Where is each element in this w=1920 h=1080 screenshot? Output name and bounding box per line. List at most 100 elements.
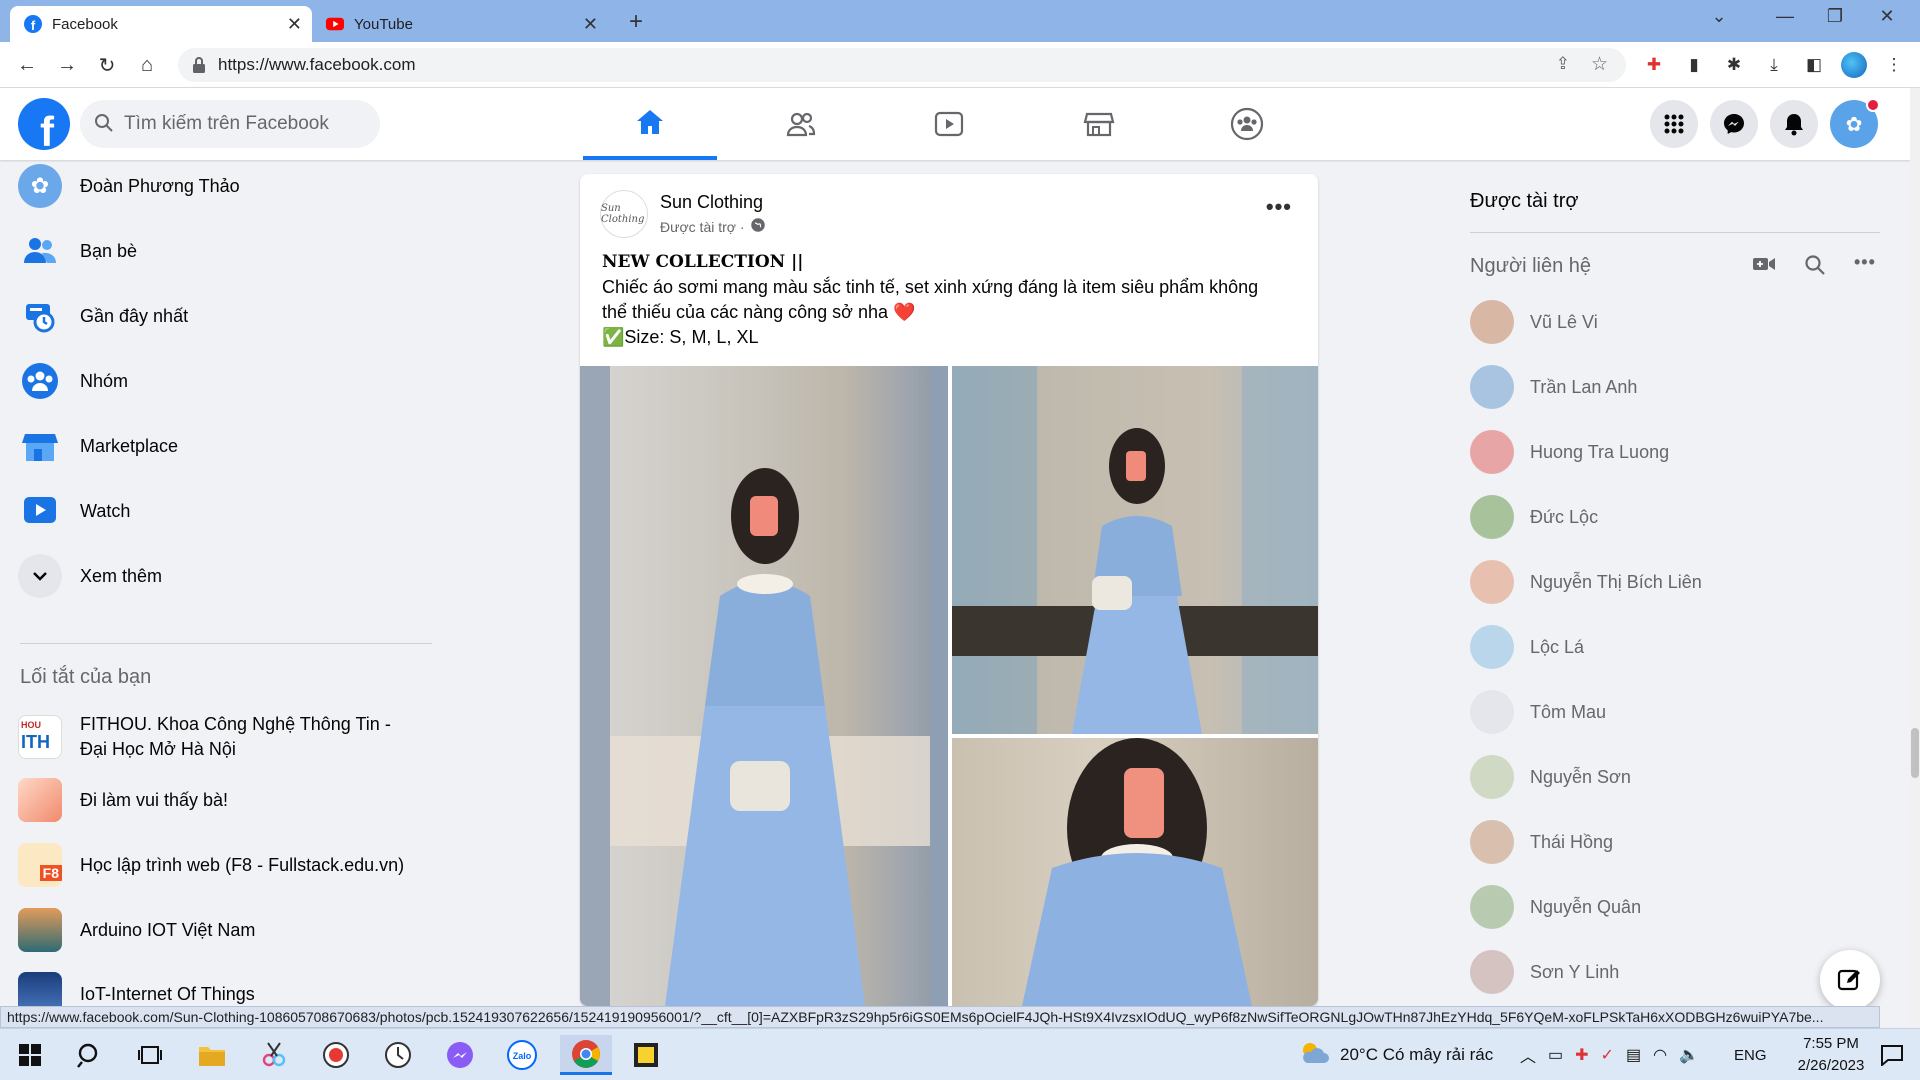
facebook-logo-icon[interactable]: f — [18, 98, 70, 150]
sticky-notes-icon[interactable] — [624, 1035, 668, 1075]
page-scrollbar[interactable] — [1910, 88, 1920, 1028]
contact-item[interactable]: Huong Tra Luong — [1470, 426, 1669, 478]
contact-avatar — [1470, 495, 1514, 539]
new-message-button[interactable] — [1820, 950, 1880, 1010]
download-icon[interactable]: ⤓ — [1760, 51, 1788, 79]
tab-friends[interactable] — [734, 88, 868, 160]
battery-icon[interactable]: ▭ — [1548, 1045, 1563, 1065]
clock-time: 7:55 PM — [1803, 1035, 1859, 1052]
home-icon[interactable]: ⌂ — [132, 50, 162, 80]
restore-icon[interactable]: ❐ — [1820, 6, 1850, 27]
tray-device-icon[interactable]: ▤ — [1626, 1045, 1641, 1065]
tab-home[interactable] — [583, 88, 717, 160]
contact-avatar — [1470, 430, 1514, 474]
sidebar-item-watch[interactable]: Watch — [18, 485, 130, 537]
bookmark-star-icon[interactable]: ☆ — [1591, 53, 1608, 76]
tray-red-plus-icon[interactable]: ✚ — [1575, 1045, 1588, 1065]
contact-item[interactable]: Đức Lộc — [1470, 491, 1598, 543]
contact-item[interactable]: Thái Hồng — [1470, 816, 1613, 868]
contact-item[interactable]: Nguyễn Thị Bích Liên — [1470, 556, 1702, 608]
notifications-bell-icon[interactable] — [1770, 100, 1818, 148]
tab-youtube[interactable]: YouTube ✕ — [312, 6, 608, 42]
extension-battery-icon[interactable]: ▮ — [1680, 51, 1708, 79]
forward-icon[interactable]: → — [52, 50, 82, 80]
contact-item[interactable]: Trần Lan Anh — [1470, 361, 1637, 413]
messenger-icon[interactable] — [1710, 100, 1758, 148]
contact-avatar — [1470, 690, 1514, 734]
contact-avatar — [1470, 755, 1514, 799]
shortcut-arduino[interactable]: Arduino IOT Việt Nam — [18, 908, 255, 952]
scrollbar-thumb[interactable] — [1911, 728, 1919, 778]
close-tab-icon[interactable]: ✕ — [583, 14, 598, 35]
menu-grid-icon[interactable] — [1650, 100, 1698, 148]
contact-item[interactable]: Nguyễn Sơn — [1470, 751, 1631, 803]
sidebar-item-profile[interactable]: ✿ Đoàn Phương Thảo — [18, 160, 240, 212]
windows-start-icon[interactable] — [8, 1035, 52, 1075]
tab-watch[interactable] — [882, 88, 1016, 160]
shortcut-di-lam-vui[interactable]: Đi làm vui thấy bà! — [18, 778, 228, 822]
clock-app-icon[interactable] — [376, 1035, 420, 1075]
post-author[interactable]: Sun Clothing — [660, 192, 763, 213]
extensions-puzzle-icon[interactable]: ✱ — [1720, 51, 1748, 79]
contact-name: Sơn Y Linh — [1530, 961, 1620, 982]
post-text-line: NEW COLLECTION || — [602, 252, 804, 272]
sidebar-item-recent[interactable]: Gần đây nhất — [18, 290, 188, 342]
tray-v-icon[interactable]: ✓ — [1601, 1045, 1614, 1065]
share-icon[interactable]: ⇪ — [1556, 54, 1570, 74]
app-red-circle-icon[interactable] — [314, 1035, 358, 1075]
shortcut-label: Đại Học Mở Hà Nội — [80, 739, 236, 759]
search-input[interactable]: Tìm kiếm trên Facebook — [80, 100, 380, 148]
language-indicator[interactable]: ENG — [1734, 1029, 1767, 1080]
contact-item[interactable]: Sơn Y Linh — [1470, 946, 1619, 998]
notification-center-icon[interactable] — [1870, 1035, 1914, 1075]
contacts-options-icon[interactable]: ••• — [1854, 252, 1876, 273]
contact-item[interactable]: Lộc Lá — [1470, 621, 1584, 673]
contact-item[interactable]: Nguyễn Quân — [1470, 881, 1641, 933]
chrome-app-icon[interactable] — [560, 1035, 612, 1075]
zalo-app-icon[interactable]: Zalo — [500, 1035, 544, 1075]
minimize-icon[interactable]: — — [1770, 6, 1800, 27]
sidebar-item-groups[interactable]: Nhóm — [18, 355, 128, 407]
post-photo[interactable] — [580, 366, 948, 1006]
video-call-icon[interactable] — [1752, 254, 1776, 279]
reload-icon[interactable]: ↻ — [92, 50, 122, 80]
weather-widget[interactable]: 20°C Có mây rải rác — [1298, 1029, 1493, 1080]
account-avatar[interactable]: ✿ — [1830, 98, 1880, 148]
shortcut-label: FITHOU. Khoa Công Nghệ Thông Tin - — [80, 714, 391, 734]
tab-facebook[interactable]: f Facebook ✕ — [10, 6, 312, 42]
page-avatar[interactable]: Sun Clothing — [600, 190, 648, 238]
sponsored-label[interactable]: Được tài trợ · — [660, 219, 745, 235]
url-bar[interactable]: https://www.facebook.com ⇪ ☆ — [178, 48, 1626, 82]
new-tab-button[interactable]: + — [622, 8, 650, 36]
post-photo[interactable] — [952, 738, 1318, 1006]
contact-item[interactable]: Vũ Lê Vi — [1470, 296, 1598, 348]
tab-search-icon[interactable]: ⌄ — [1704, 6, 1734, 27]
tab-groups[interactable] — [1180, 88, 1314, 160]
task-view-icon[interactable] — [128, 1035, 172, 1075]
chevron-up-icon[interactable]: ︿ — [1520, 1043, 1536, 1067]
shortcut-f8[interactable]: F8 Học lập trình web (F8 - Fullstack.edu… — [18, 843, 404, 887]
messenger-app-icon[interactable] — [438, 1035, 482, 1075]
volume-icon[interactable]: 🔈 — [1679, 1045, 1699, 1065]
file-explorer-icon[interactable] — [190, 1035, 234, 1075]
sidebar-item-marketplace[interactable]: Marketplace — [18, 420, 178, 472]
wifi-icon[interactable]: ◠ — [1653, 1045, 1667, 1065]
post-options-icon[interactable]: ••• — [1266, 194, 1292, 220]
side-panel-icon[interactable]: ◧ — [1800, 51, 1828, 79]
profile-avatar-icon[interactable] — [1840, 51, 1868, 79]
search-contacts-icon[interactable] — [1804, 254, 1826, 281]
contact-item[interactable]: Tôm Mau — [1470, 686, 1606, 738]
snipping-tool-icon[interactable] — [252, 1035, 296, 1075]
extension-red-icon[interactable]: ✚ — [1640, 51, 1668, 79]
sidebar-item-friends[interactable]: Bạn bè — [18, 225, 137, 277]
close-window-icon[interactable]: ✕ — [1872, 6, 1902, 27]
shortcut-fithou[interactable]: HOU ITH FITHOU. Khoa Công Nghệ Thông Tin… — [18, 712, 391, 762]
close-tab-icon[interactable]: ✕ — [287, 14, 302, 35]
browser-menu-icon[interactable]: ⋮ — [1880, 51, 1908, 79]
sidebar-item-label: Bạn bè — [80, 240, 138, 261]
see-more-button[interactable]: Xem thêm — [18, 550, 162, 602]
search-icon[interactable] — [68, 1035, 112, 1075]
post-photo[interactable] — [952, 366, 1318, 734]
back-icon[interactable]: ← — [12, 50, 42, 80]
tab-marketplace[interactable] — [1032, 88, 1166, 160]
